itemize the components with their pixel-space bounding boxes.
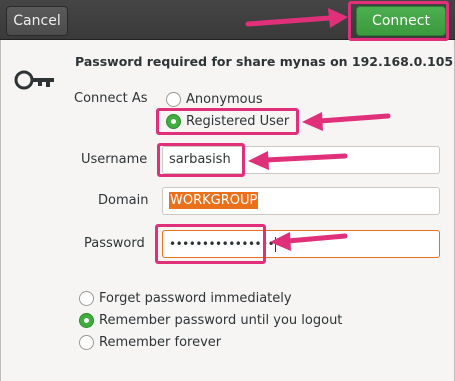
domain-field[interactable]: WORKGROUP: [162, 187, 440, 215]
dialog-heading: Password required for share mynas on 192…: [75, 54, 454, 69]
radio-remember-forever[interactable]: Remember forever: [79, 335, 221, 350]
radio-remember-until-logout[interactable]: Remember password until you logout: [79, 313, 342, 328]
highlight-username: [157, 143, 245, 177]
radio-remember-until-logout-label: Remember password until you logout: [99, 313, 343, 328]
username-label: Username: [81, 152, 148, 167]
radio-anonymous-label: Anonymous: [186, 92, 263, 107]
radio-button-selected[interactable]: [79, 313, 94, 328]
radio-forget-password[interactable]: Forget password immediately: [79, 291, 292, 306]
domain-value: WORKGROUP: [169, 192, 259, 209]
cancel-button[interactable]: Cancel: [6, 6, 68, 36]
text-caret: [275, 237, 277, 252]
radio-button[interactable]: [79, 335, 94, 350]
connect-as-label: Connect As: [74, 91, 148, 106]
radio-remember-forever-label: Remember forever: [99, 335, 222, 350]
radio-button[interactable]: [166, 92, 181, 107]
radio-button[interactable]: [79, 291, 94, 306]
highlight-connect: [348, 1, 449, 41]
highlight-registered-user: [156, 108, 299, 135]
radio-forget-password-label: Forget password immediately: [99, 291, 292, 306]
radio-anonymous[interactable]: Anonymous: [166, 92, 263, 107]
key-icon: [14, 70, 54, 90]
domain-label: Domain: [98, 193, 149, 208]
password-label: Password: [84, 236, 145, 251]
highlight-password: [155, 224, 266, 264]
